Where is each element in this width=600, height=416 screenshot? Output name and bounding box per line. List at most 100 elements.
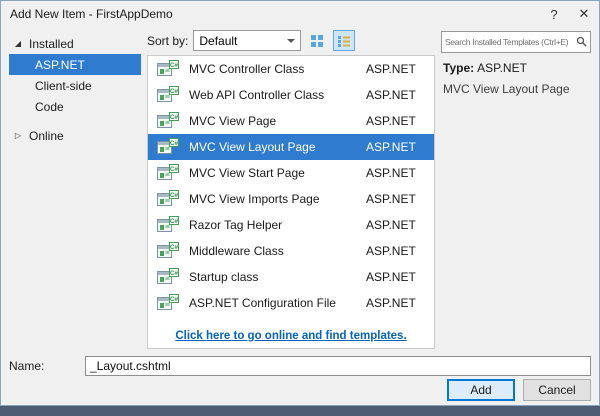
template-name: MVC View Page bbox=[189, 114, 277, 128]
template-name: MVC View Imports Page bbox=[189, 192, 320, 206]
template-name: MVC View Layout Page bbox=[189, 140, 316, 154]
dialog-content: ◢ Installed ASP.NET Client-side Code ▷ O… bbox=[1, 27, 599, 353]
template-row[interactable]: C# MVC View Page ASP.NET bbox=[148, 108, 434, 134]
template-category: ASP.NET bbox=[366, 140, 416, 154]
template-category: ASP.NET bbox=[366, 244, 416, 258]
collapse-triangle-icon[interactable]: ◢ bbox=[13, 39, 23, 48]
dialog-footer: Name: Add Cancel bbox=[1, 353, 599, 405]
template-row[interactable]: C# Startup class ASP.NET bbox=[148, 264, 434, 290]
csharp-template-icon: C# bbox=[156, 85, 180, 105]
tree-label-client-side: Client-side bbox=[35, 78, 92, 93]
add-button[interactable]: Add bbox=[447, 379, 515, 401]
template-pane: Sort by: Default C# MVC Controller Class… bbox=[147, 29, 435, 349]
small-icons-view-icon bbox=[311, 34, 324, 47]
tree-node-installed[interactable]: ◢ Installed bbox=[9, 33, 141, 54]
template-category: ASP.NET bbox=[366, 62, 416, 76]
template-description: MVC View Layout Page bbox=[443, 82, 570, 96]
template-row[interactable]: C# MVC View Layout Page ASP.NET bbox=[148, 134, 434, 160]
name-row: Name: bbox=[9, 356, 591, 376]
template-row[interactable]: C# MVC Controller Class ASP.NET bbox=[148, 56, 434, 82]
svg-text:C#: C# bbox=[170, 244, 179, 251]
search-icon[interactable] bbox=[574, 36, 590, 48]
sort-by-dropdown[interactable]: Default bbox=[193, 30, 302, 51]
csharp-template-icon: C# bbox=[156, 189, 180, 209]
svg-text:C#: C# bbox=[170, 270, 179, 277]
template-name: ASP.NET Configuration File bbox=[189, 296, 336, 310]
cancel-button[interactable]: Cancel bbox=[523, 379, 591, 401]
csharp-template-icon: C# bbox=[156, 215, 180, 235]
csharp-template-icon: C# bbox=[156, 111, 180, 131]
template-name: Startup class bbox=[189, 270, 259, 284]
category-tree: ◢ Installed ASP.NET Client-side Code ▷ O… bbox=[9, 29, 141, 349]
type-label: Type: bbox=[443, 61, 475, 75]
template-row[interactable]: C# MVC View Start Page ASP.NET bbox=[148, 160, 434, 186]
online-templates-link[interactable]: Click here to go online and find templat… bbox=[175, 330, 406, 342]
tree-label-installed: Installed bbox=[29, 36, 74, 51]
add-new-item-dialog: Add New Item - FirstAppDemo ? ✕ ◢ Instal… bbox=[0, 0, 600, 406]
template-row[interactable]: C# ASP.NET Configuration File ASP.NET bbox=[148, 290, 434, 316]
csharp-template-icon: C# bbox=[156, 163, 180, 183]
template-category: ASP.NET bbox=[366, 218, 416, 232]
tree-node-code[interactable]: Code bbox=[9, 96, 141, 117]
help-button[interactable]: ? bbox=[539, 1, 569, 27]
tree-label-code: Code bbox=[35, 99, 64, 114]
template-name: MVC Controller Class bbox=[189, 62, 305, 76]
tree-label-online: Online bbox=[29, 128, 64, 143]
template-row[interactable]: C# Middleware Class ASP.NET bbox=[148, 238, 434, 264]
desktop-background bbox=[0, 406, 600, 416]
template-name: Web API Controller Class bbox=[189, 88, 325, 102]
name-input[interactable] bbox=[85, 356, 591, 376]
template-category: ASP.NET bbox=[366, 296, 416, 310]
svg-text:C#: C# bbox=[170, 166, 179, 173]
help-icon: ? bbox=[550, 6, 558, 22]
close-button[interactable]: ✕ bbox=[569, 1, 599, 27]
chevron-down-icon bbox=[287, 38, 296, 43]
csharp-template-icon: C# bbox=[156, 293, 180, 313]
close-icon: ✕ bbox=[578, 6, 590, 21]
sort-by-label: Sort by: bbox=[147, 33, 189, 48]
svg-text:C#: C# bbox=[170, 62, 179, 69]
template-details: Type: ASP.NET MVC View Layout Page bbox=[441, 53, 591, 104]
list-toolbar: Sort by: Default bbox=[147, 29, 435, 55]
type-value: ASP.NET bbox=[477, 61, 527, 75]
list-view-button[interactable] bbox=[333, 30, 356, 51]
template-name: MVC View Start Page bbox=[189, 166, 305, 180]
svg-text:C#: C# bbox=[170, 296, 179, 303]
csharp-template-icon: C# bbox=[156, 59, 180, 79]
svg-text:C#: C# bbox=[170, 88, 179, 95]
template-list: C# MVC Controller Class ASP.NET C# Web A… bbox=[147, 55, 435, 349]
small-icons-view-button[interactable] bbox=[306, 30, 328, 51]
template-category: ASP.NET bbox=[366, 192, 416, 206]
search-input[interactable] bbox=[442, 32, 574, 52]
template-row[interactable]: C# MVC View Imports Page ASP.NET bbox=[148, 186, 434, 212]
template-row[interactable]: C# Razor Tag Helper ASP.NET bbox=[148, 212, 434, 238]
svg-text:C#: C# bbox=[170, 140, 179, 147]
list-view-icon bbox=[338, 35, 351, 47]
window-controls: ? ✕ bbox=[539, 1, 599, 27]
expand-triangle-icon[interactable]: ▷ bbox=[13, 131, 23, 140]
titlebar: Add New Item - FirstAppDemo ? ✕ bbox=[1, 1, 599, 27]
template-category: ASP.NET bbox=[366, 88, 416, 102]
svg-text:C#: C# bbox=[170, 114, 179, 121]
tree-node-online[interactable]: ▷ Online bbox=[9, 125, 141, 146]
template-row[interactable]: C# Web API Controller Class ASP.NET bbox=[148, 82, 434, 108]
template-category: ASP.NET bbox=[366, 114, 416, 128]
sort-by-value: Default bbox=[199, 33, 238, 48]
template-category: ASP.NET bbox=[366, 270, 416, 284]
link-row: Click here to go online and find templat… bbox=[148, 324, 434, 348]
details-pane: Type:ASP.NET MVC View Layout Page bbox=[441, 29, 591, 349]
csharp-template-icon: C# bbox=[156, 241, 180, 261]
svg-text:C#: C# bbox=[170, 218, 179, 225]
tree-node-aspnet[interactable]: ASP.NET bbox=[9, 54, 141, 75]
tree-node-client-side[interactable]: Client-side bbox=[9, 75, 141, 96]
window-title: Add New Item - FirstAppDemo bbox=[10, 7, 173, 21]
template-name: Razor Tag Helper bbox=[189, 218, 283, 232]
search-box[interactable] bbox=[441, 31, 591, 53]
svg-text:C#: C# bbox=[170, 192, 179, 199]
name-label: Name: bbox=[9, 359, 45, 373]
csharp-template-icon: C# bbox=[156, 267, 180, 287]
button-row: Add Cancel bbox=[9, 379, 591, 401]
tree-label-aspnet: ASP.NET bbox=[35, 57, 85, 72]
csharp-template-icon: C# bbox=[156, 137, 180, 157]
